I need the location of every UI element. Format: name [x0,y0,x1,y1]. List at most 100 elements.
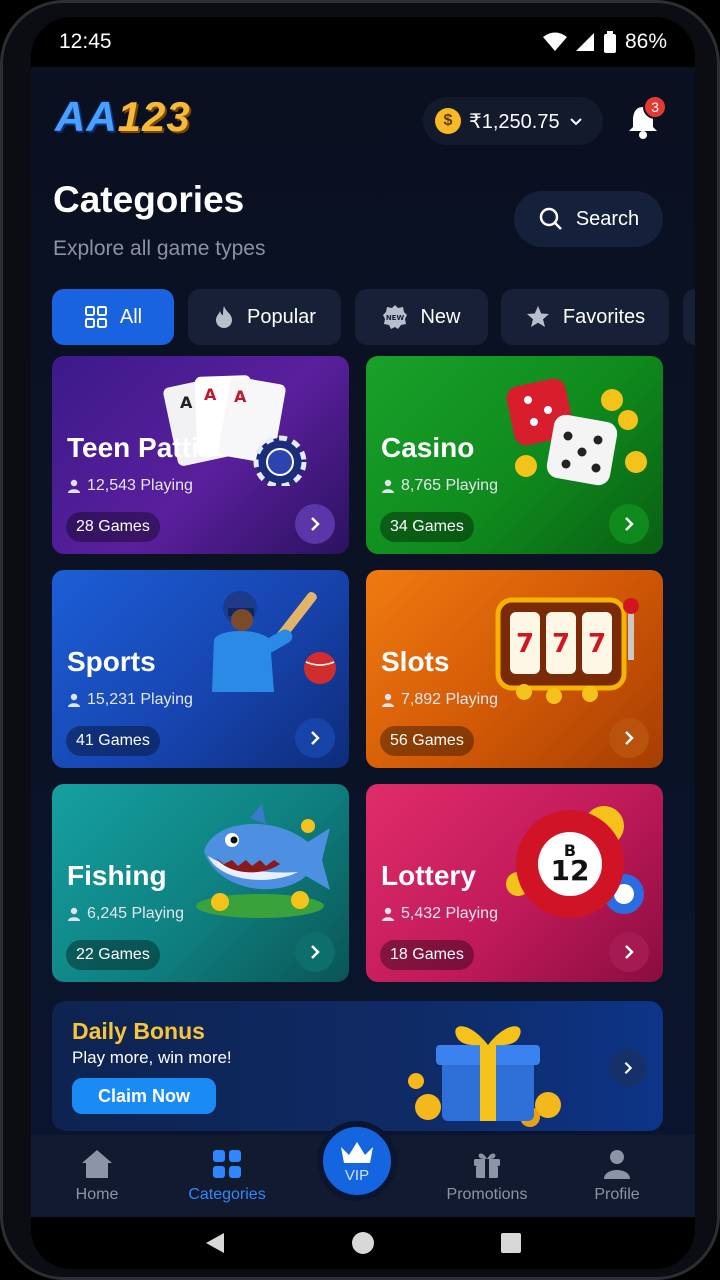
screen: 12:45 86% AA123 $ ₹1,250.75 3 Categories… [31,17,695,1269]
open-category-button[interactable] [295,718,335,758]
open-category-button[interactable] [295,932,335,972]
category-card-fishing[interactable]: Fishing 6,245 Playing 22 Games [52,784,349,982]
system-navigation-bar [31,1217,695,1269]
nav-categories[interactable]: Categories [167,1135,287,1217]
gift-box-icon [408,1026,561,1127]
app-logo[interactable]: AA123 [55,93,191,141]
bonus-open-button[interactable] [609,1049,647,1087]
players-count: 15,231 Playing [67,691,193,709]
open-category-button[interactable] [609,504,649,544]
category-card-lottery[interactable]: B 12 Lottery 5,432 Playing 18 Games [366,784,663,982]
gift-icon [474,1153,500,1178]
svg-text:7: 7 [552,629,570,659]
games-count-badge: 18 Games [380,940,474,970]
playing-cards-icon: A A A [163,375,307,486]
open-category-button[interactable] [609,932,649,972]
svg-text:A: A [204,385,217,404]
wallet-balance-button[interactable]: $ ₹1,250.75 [423,97,603,145]
nav-promotions[interactable]: Promotions [427,1135,547,1217]
battery-level: 86% [624,30,667,53]
nav-label: VIP [344,1166,370,1184]
players-label: 15,231 Playing [87,691,193,708]
category-title: Teen Patti [67,432,199,463]
claim-now-button[interactable]: Claim Now [72,1078,216,1114]
svg-text:A: A [234,387,247,406]
tab-popular[interactable]: Popular [188,289,341,345]
crown-icon [341,1141,373,1163]
open-category-button[interactable] [295,504,335,544]
players-count: 12,543 Playing [67,477,193,495]
games-count-badge: 28 Games [66,512,160,542]
cricket-player-icon [212,591,336,692]
logo-letters: AA [55,93,118,140]
nav-vip-button[interactable]: VIP [317,1121,397,1201]
games-count-badge: 22 Games [66,940,160,970]
category-filter-tabs: All Popular NEW New Favorites [52,289,695,345]
svg-text:12: 12 [551,854,590,887]
open-category-button[interactable] [609,718,649,758]
user-icon [382,907,394,921]
chevron-right-icon [625,945,634,959]
category-card-teen-patti[interactable]: A A A Teen Patti 12,543 Playing 28 Games [52,356,349,554]
players-count: 7,892 Playing [381,691,498,709]
tab-label: New [420,305,461,328]
svg-text:7: 7 [588,629,606,659]
category-title: Casino [381,432,475,463]
notification-badge: 3 [643,95,667,119]
recents-icon[interactable] [500,1232,522,1254]
back-icon[interactable] [204,1231,226,1255]
search-label: Search [575,207,640,230]
bonus-title: Daily Bonus [72,1018,205,1044]
players-label: 6,245 Playing [87,905,184,922]
grid-icon [213,1150,241,1178]
user-icon [68,693,80,707]
rupee-coin-icon: $ [435,108,461,134]
nav-home[interactable]: Home [37,1135,157,1217]
category-title: Lottery [381,860,476,891]
category-title: Fishing [67,860,167,891]
slot-machine-icon: 7 7 7 [495,597,639,704]
logo-number: 123 [117,93,191,140]
bottom-navigation: Home Categories VIP Promotions Profile [31,1121,695,1217]
svg-text:NEW: NEW [386,314,405,322]
tab-label: Popular [247,305,316,328]
home-button-icon[interactable] [351,1231,375,1255]
user-icon [604,1150,630,1179]
wifi-icon [542,32,567,51]
chevron-right-icon [311,731,320,745]
page-title: Categories [53,179,245,220]
games-count-badge: 34 Games [380,512,474,542]
chevron-right-icon [625,731,634,745]
players-label: 7,892 Playing [401,691,498,708]
games-count-badge: 41 Games [66,726,160,756]
players-label: 8,765 Playing [401,477,498,494]
tab-new[interactable]: NEW New [355,289,488,345]
players-label: 5,432 Playing [401,905,498,922]
user-icon [382,479,394,493]
device-frame: 12:45 86% AA123 $ ₹1,250.75 3 Categories… [0,0,720,1280]
daily-bonus-banner[interactable]: Daily Bonus Play more, win more! Claim N… [52,1001,663,1131]
category-title: Slots [381,646,450,677]
tab-overflow[interactable] [683,289,695,345]
tab-label: Favorites [562,305,646,328]
category-card-sports[interactable]: Sports 15,231 Playing 41 Games [52,570,349,768]
players-label: 12,543 Playing [87,477,193,494]
nav-profile[interactable]: Profile [557,1135,677,1217]
chevron-right-icon [311,517,320,531]
flame-icon [216,306,233,328]
search-button[interactable]: Search [514,191,663,247]
user-icon [68,479,80,493]
tab-all[interactable]: All [52,289,174,345]
balance-amount: ₹1,250.75 [469,110,560,133]
category-card-casino[interactable]: Casino 8,765 Playing 34 Games [366,356,663,554]
battery-icon [603,31,616,53]
chevron-down-icon [569,118,582,126]
user-icon [382,693,394,707]
category-card-slots[interactable]: 7 7 7 Slots 7,892 Playing 56 Games [366,570,663,768]
nav-label: Profile [594,1186,640,1203]
players-count: 8,765 Playing [381,477,498,495]
chevron-right-icon [311,945,320,959]
tab-favorites[interactable]: Favorites [501,289,669,345]
chevron-right-icon [625,517,634,531]
svg-text:A: A [180,393,193,412]
